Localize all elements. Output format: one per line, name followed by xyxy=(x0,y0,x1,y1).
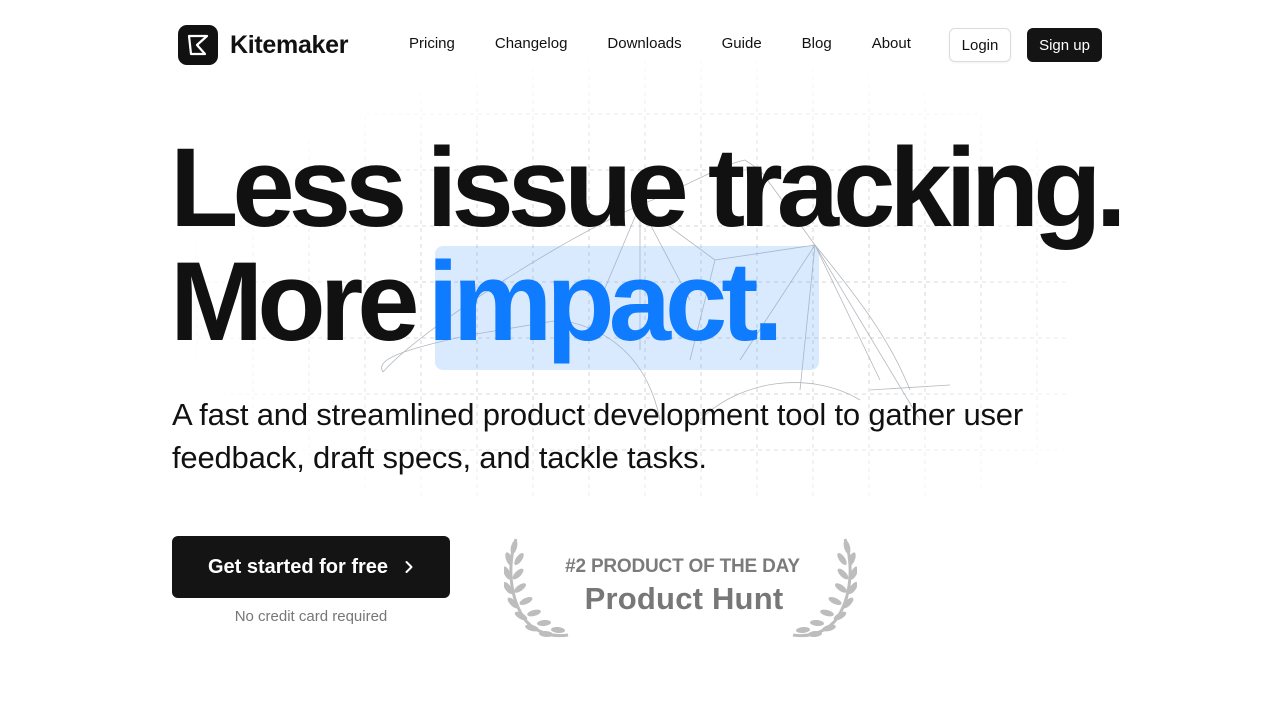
nav-blog[interactable]: Blog xyxy=(802,34,832,54)
login-button[interactable]: Login xyxy=(949,28,1011,62)
headline-highlight-word: impact. xyxy=(427,239,784,364)
get-started-button[interactable]: Get started for free xyxy=(172,536,450,598)
signup-button[interactable]: Sign up xyxy=(1027,28,1102,62)
chevron-right-icon xyxy=(404,560,414,574)
kite-logo-icon xyxy=(178,25,218,65)
nav-guide[interactable]: Guide xyxy=(722,34,762,54)
nav-downloads[interactable]: Downloads xyxy=(607,34,681,54)
headline-line-1: Less issue tracking. xyxy=(170,125,1127,250)
brand-logo[interactable]: Kitemaker xyxy=(178,25,349,65)
main-nav: Pricing Changelog Downloads Guide Blog A… xyxy=(409,34,951,54)
no-credit-card-note: No credit card required xyxy=(234,608,388,625)
headline-prefix: More xyxy=(170,239,420,364)
laurel-wreath-icon xyxy=(792,538,857,638)
nav-changelog[interactable]: Changelog xyxy=(495,34,568,54)
nav-about[interactable]: About xyxy=(872,34,911,54)
headline-line-2: More impact. xyxy=(170,246,784,358)
site-header: Kitemaker Pricing Changelog Downloads Gu… xyxy=(0,0,1280,90)
get-started-label: Get started for free xyxy=(207,555,389,578)
nav-pricing[interactable]: Pricing xyxy=(409,34,455,54)
product-hunt-badge[interactable]: #2 PRODUCT OF THE DAY Product Hunt xyxy=(500,535,865,640)
hero-subtitle: A fast and streamlined product developme… xyxy=(172,397,1023,475)
brand-name: Kitemaker xyxy=(230,30,349,59)
